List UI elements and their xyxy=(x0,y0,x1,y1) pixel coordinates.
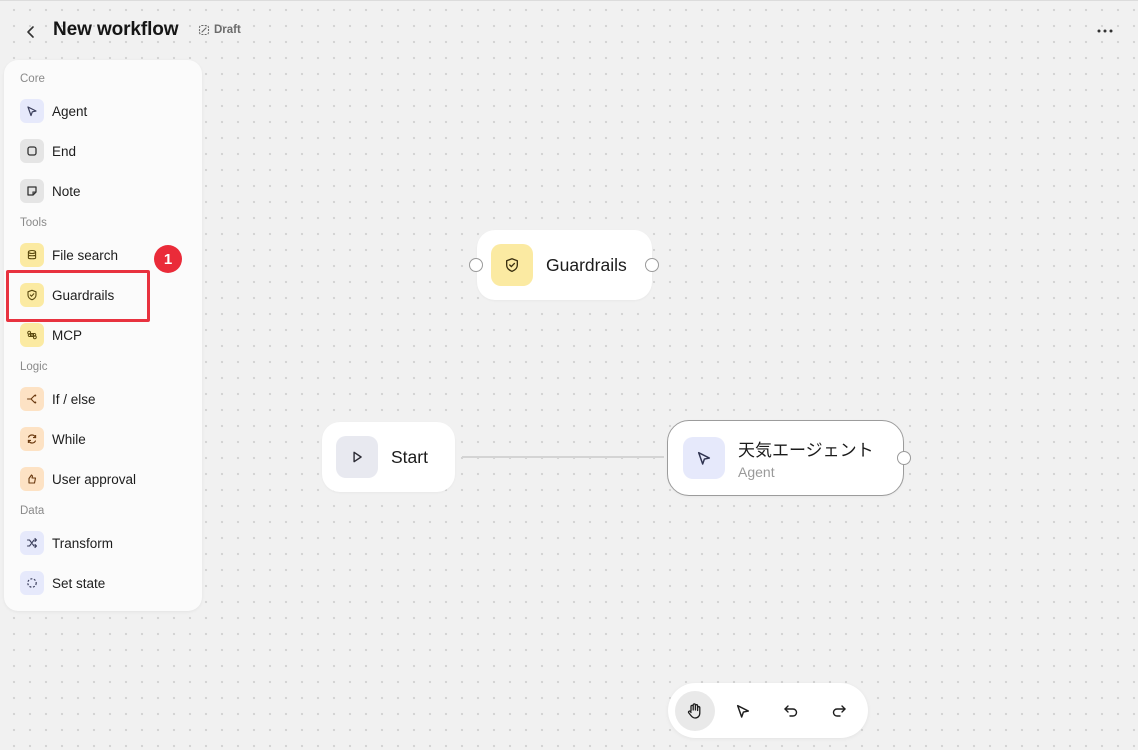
more-options-button[interactable] xyxy=(1094,20,1116,42)
palette-item-end[interactable]: End xyxy=(14,134,194,168)
pointer-tool-button[interactable] xyxy=(723,691,763,731)
undo-button[interactable] xyxy=(771,691,811,731)
palette-item-guardrails[interactable]: Guardrails xyxy=(14,278,194,312)
node-guardrails[interactable]: Guardrails xyxy=(469,230,659,300)
palette-item-note[interactable]: Note xyxy=(14,174,194,208)
agent-icon xyxy=(683,437,725,479)
redo-icon xyxy=(832,704,846,717)
play-icon xyxy=(336,436,378,478)
palette-item-while[interactable]: While xyxy=(14,422,194,456)
database-icon xyxy=(20,243,44,267)
node-text: 天気エージェント Agent xyxy=(738,436,874,480)
palette-item-mcp[interactable]: MCP xyxy=(14,318,194,352)
section-tools: Tools xyxy=(20,217,47,229)
undo-icon xyxy=(784,704,798,717)
node-palette: Core Agent End Note Tools File search Gu… xyxy=(4,60,202,611)
hand-approval-icon xyxy=(20,467,44,491)
shield-check-icon xyxy=(20,283,44,307)
end-icon xyxy=(20,139,44,163)
palette-item-label: Transform xyxy=(52,535,114,551)
edge-start-to-agent xyxy=(462,456,664,458)
palette-item-label: User approval xyxy=(52,471,137,487)
page-title: New workflow xyxy=(53,19,179,40)
top-bar: New workflow Draft xyxy=(0,0,1138,60)
palette-item-transform[interactable]: Transform xyxy=(14,526,194,560)
output-port[interactable] xyxy=(645,258,659,272)
draft-icon xyxy=(198,24,210,36)
agent-icon xyxy=(20,99,44,123)
note-icon xyxy=(20,179,44,203)
back-button[interactable] xyxy=(20,21,42,43)
section-logic: Logic xyxy=(20,361,48,373)
redo-button[interactable] xyxy=(819,691,859,731)
shuffle-icon xyxy=(20,531,44,555)
palette-item-label: End xyxy=(52,143,77,159)
loop-icon xyxy=(20,427,44,451)
node-title: 天気エージェント xyxy=(738,441,874,461)
palette-item-set-state[interactable]: Set state xyxy=(14,566,194,600)
more-horizontal-icon xyxy=(1097,29,1113,33)
node-start[interactable]: Start xyxy=(322,422,455,492)
pointer-icon xyxy=(736,704,750,718)
palette-item-user-approval[interactable]: User approval xyxy=(14,462,194,496)
palette-item-agent[interactable]: Agent xyxy=(14,94,194,128)
branch-icon xyxy=(20,387,44,411)
draft-label: Draft xyxy=(214,24,241,36)
palette-item-label: Guardrails xyxy=(52,287,115,303)
palette-item-label: While xyxy=(52,431,86,447)
palette-item-if-else[interactable]: If / else xyxy=(14,382,194,416)
node-title: Guardrails xyxy=(546,254,627,275)
palette-item-label: If / else xyxy=(52,391,96,407)
palette-item-label: Note xyxy=(52,183,81,199)
hand-icon xyxy=(687,702,701,719)
node-agent[interactable]: 天気エージェント Agent xyxy=(667,420,911,496)
palette-item-label: Agent xyxy=(52,103,88,119)
node-title: Start xyxy=(391,446,428,467)
input-port[interactable] xyxy=(469,258,483,272)
palette-item-label: Set state xyxy=(52,575,106,591)
palette-item-label: File search xyxy=(52,247,119,263)
node-subtitle: Agent xyxy=(738,464,775,480)
step-badge: 1 xyxy=(154,245,182,273)
shield-check-icon xyxy=(491,244,533,286)
dashed-circle-icon xyxy=(20,571,44,595)
section-data: Data xyxy=(20,505,45,517)
canvas-toolbar xyxy=(668,683,868,738)
section-core: Core xyxy=(20,73,45,85)
draft-status: Draft xyxy=(198,24,241,36)
command-icon xyxy=(20,323,44,347)
chevron-left-icon xyxy=(27,26,34,38)
output-port[interactable] xyxy=(897,451,911,465)
palette-item-label: MCP xyxy=(52,327,82,343)
hand-tool-button[interactable] xyxy=(675,690,715,731)
